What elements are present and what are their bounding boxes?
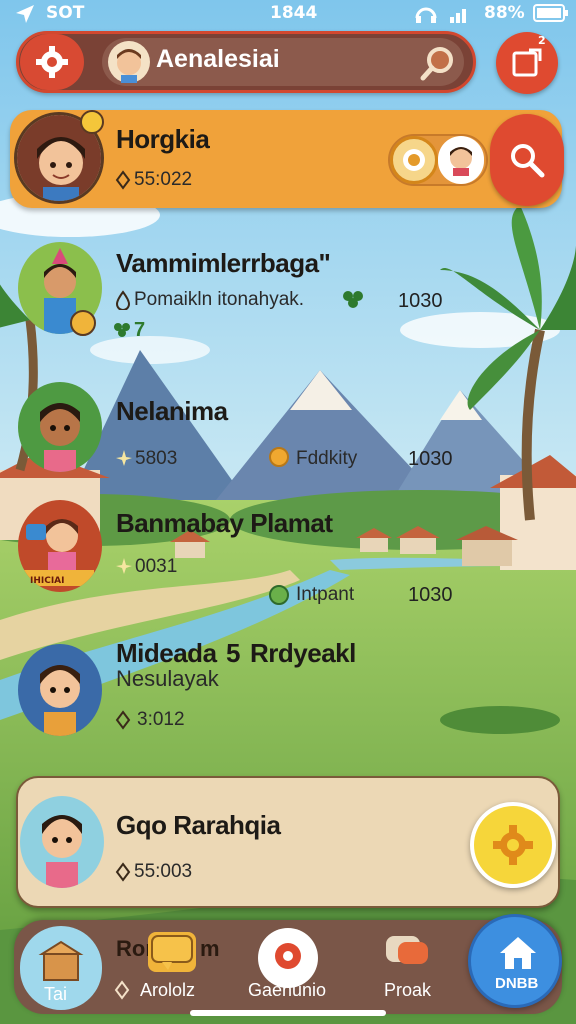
gear-icon [493, 825, 533, 865]
list-item-sub: Pomaikln itonahyak. [134, 289, 305, 310]
nav-label: Tai [44, 984, 68, 1004]
profile-name: Gqo Rarahqia [116, 810, 281, 840]
nav-item-map[interactable] [258, 928, 318, 988]
profile-avatar [20, 796, 104, 888]
featured-value: 55:022 [134, 169, 193, 190]
featured-badge-icon [80, 110, 104, 134]
gear-icon [36, 46, 68, 78]
boy-portrait-icon [40, 403, 80, 472]
coin-icon [403, 149, 425, 171]
inbox-icon [512, 48, 542, 77]
house-icon [500, 937, 536, 969]
profile-value: 55:003 [134, 861, 193, 882]
nav-title-suffix: m [200, 936, 220, 961]
list-item-name: Nelanima [116, 396, 228, 426]
list-item-score: 1030 [408, 448, 453, 470]
row-badge-icon [70, 310, 96, 336]
notifications-button[interactable]: 2 [496, 32, 558, 94]
settings-gear-button[interactable] [470, 802, 556, 888]
player-avatar[interactable] [108, 41, 150, 83]
leaf-coin-icon [269, 585, 289, 605]
avatar-badge-text: IHICIAI [30, 576, 65, 586]
nav-item-messages[interactable] [384, 930, 432, 974]
list-item-score: 1030 [408, 584, 453, 606]
clover-icon [343, 291, 363, 308]
diamond-icon [115, 170, 131, 190]
clock: 1844 [270, 3, 318, 23]
page-title: Aenalesiai [156, 45, 280, 73]
list-item-tag: Intpant [296, 584, 355, 605]
nav-label: Proak [384, 980, 432, 1000]
coin-button[interactable] [390, 136, 438, 184]
boy-portrait-icon [42, 815, 82, 888]
location-arrow-icon [16, 5, 34, 23]
coin-icon [269, 447, 289, 467]
diamond-icon [115, 710, 131, 730]
home-indicator [190, 1010, 386, 1016]
featured-name: Horgkia [116, 124, 210, 154]
settings-button[interactable] [20, 34, 84, 90]
list-avatar [18, 382, 102, 472]
carrier-label: SOT [46, 3, 85, 23]
list-item-subtitle: Nesulayak [116, 666, 219, 691]
nav-item-chat[interactable] [148, 932, 196, 972]
sparkle-icon [116, 558, 132, 574]
drop-icon [115, 290, 131, 310]
list-item-name-secondary: Rrdyeakl [250, 638, 356, 668]
boy-face-icon [450, 147, 472, 176]
battery-percent: 88% [484, 3, 525, 23]
list-avatar [18, 644, 102, 736]
friend-avatar[interactable] [438, 136, 484, 184]
search-icon[interactable] [418, 44, 458, 84]
list-item-score: 1030 [398, 290, 443, 312]
list-item-sub: 0031 [135, 556, 178, 577]
list-item-sub: 5803 [135, 448, 178, 469]
list-item-marker: 5 [226, 638, 240, 668]
list-item-name: Vammimlerrbaga" [116, 248, 331, 278]
signal-icon [450, 9, 466, 23]
diamond-icon [114, 980, 130, 1000]
list-item-name: Banmabay Plamat [116, 508, 333, 538]
box-icon [38, 940, 84, 981]
sparkle-icon [116, 450, 132, 466]
boy-face-icon [117, 49, 141, 83]
nav-item-home[interactable]: DNBB [468, 914, 562, 1008]
game-screen: SOT 1844 88% Aenalesiai 2 Horgkia 55:022… [0, 0, 576, 1024]
list-item-name: Mideada [116, 638, 217, 668]
nav-label: Gaenunio [248, 980, 327, 1000]
list-item-tag: Fddkity [296, 448, 358, 469]
search-icon [511, 144, 545, 178]
notification-badge: 2 [538, 34, 546, 47]
headphones-icon [415, 7, 437, 23]
list-item-extra: 7 [134, 319, 146, 341]
nav-item-shop[interactable]: Tai [20, 926, 102, 1010]
nav-label: Arololz [140, 980, 196, 1000]
speech-bubbles-icon [386, 936, 428, 964]
chat-bubble-icon [151, 935, 193, 970]
pin-icon [275, 943, 301, 969]
battery-icon [533, 4, 568, 22]
diamond-icon [115, 862, 131, 882]
list-item-sub: 3:012 [137, 709, 185, 730]
clover-icon [114, 323, 130, 337]
boy-portrait-icon [40, 665, 80, 736]
status-bar: SOT 1844 88% [0, 0, 576, 26]
find-button[interactable] [490, 114, 564, 206]
nav-label: DNBB [495, 975, 539, 992]
